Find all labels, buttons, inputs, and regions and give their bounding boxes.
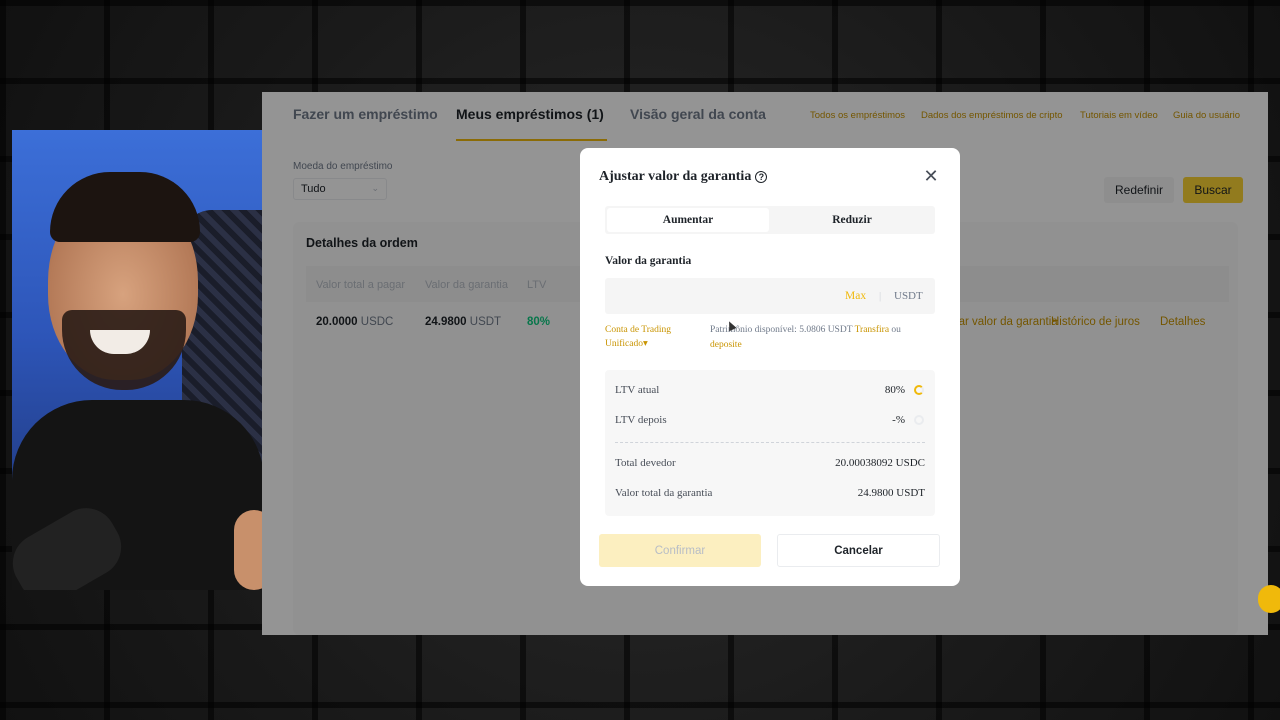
support-float-button[interactable] xyxy=(1258,585,1280,613)
total-debt-label: Total devedor xyxy=(615,457,676,469)
ltv-now-label: LTV atual xyxy=(615,384,660,396)
collateral-amount-label: Valor da garantia xyxy=(605,255,692,267)
available-balance: Patrimônio disponível: 5.0806 USDT Trans… xyxy=(710,323,930,353)
presenter-hair xyxy=(50,172,200,242)
max-button[interactable]: Max xyxy=(845,290,866,302)
ltv-after-label: LTV depois xyxy=(615,414,667,426)
tab-decrease[interactable]: Reduzir xyxy=(771,208,933,232)
adjust-collateral-modal: Ajustar valor da garantia ? ✕ Aumentar R… xyxy=(580,148,960,586)
summary-divider xyxy=(615,442,925,443)
confirm-button[interactable]: Confirmar xyxy=(599,534,761,567)
collateral-amount-input[interactable] xyxy=(605,278,935,314)
modal-title-text: Ajustar valor da garantia xyxy=(599,169,752,184)
presenter-hand xyxy=(234,510,264,590)
close-icon[interactable]: ✕ xyxy=(923,167,939,185)
help-icon[interactable]: ? xyxy=(755,171,768,183)
ltv-now-value: 80% xyxy=(884,384,905,396)
webcam-overlay xyxy=(12,130,264,590)
tab-increase[interactable]: Aumentar xyxy=(607,208,769,232)
ltv-after-ring-icon xyxy=(914,415,924,425)
deposit-link[interactable]: deposite xyxy=(710,340,742,350)
total-collateral-label: Valor total da garantia xyxy=(615,487,713,499)
transfer-link[interactable]: Transfira xyxy=(855,325,889,335)
total-debt-value: 20.00038092 USDC xyxy=(835,457,925,469)
or-text: ou xyxy=(891,325,901,335)
cancel-button[interactable]: Cancelar xyxy=(777,534,940,567)
account-selector[interactable]: Conta de Trading Unificado▾ xyxy=(605,323,695,351)
adjust-direction-toggle: Aumentar Reduzir xyxy=(605,206,935,234)
modal-title: Ajustar valor da garantia ? xyxy=(599,169,768,185)
ltv-after-value: -% xyxy=(892,414,905,426)
input-separator: | xyxy=(879,290,882,302)
ltv-ring-icon xyxy=(914,385,924,395)
ltv-summary: LTV atual 80% LTV depois -% Total devedo… xyxy=(605,370,935,516)
total-collateral-value: 24.9800 USDT xyxy=(857,487,925,499)
currency-unit: USDT xyxy=(894,290,923,302)
